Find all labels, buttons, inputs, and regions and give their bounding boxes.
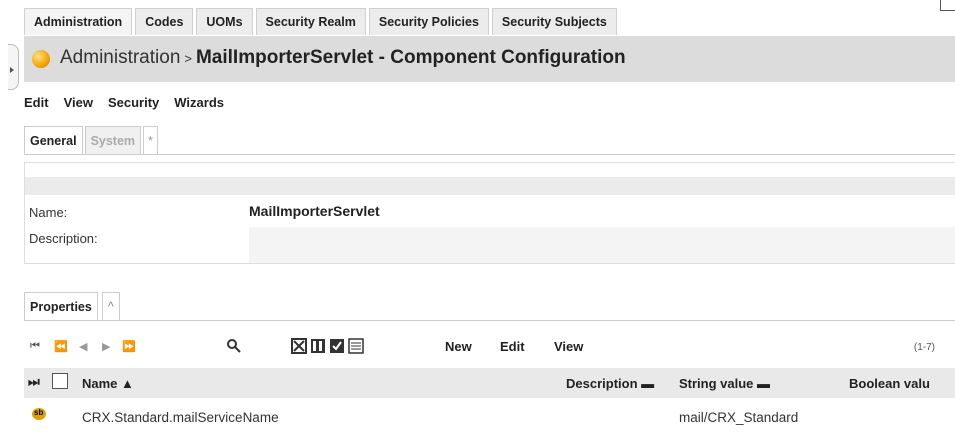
new-button[interactable]: New (445, 339, 472, 354)
tab-system[interactable]: System (84, 126, 142, 154)
menu-security[interactable]: Security (108, 95, 159, 110)
property-type-icon: sb (32, 408, 46, 420)
breadcrumb-separator: > (184, 51, 192, 66)
record-range: (1-7) (913, 342, 935, 353)
column-header-name[interactable]: Name ▲ (82, 376, 134, 391)
panel-strip (25, 177, 955, 195)
collapse-toggle[interactable]: ^ (101, 292, 120, 320)
table-row[interactable]: sb CRX.Standard.mailServiceName mail/CRX… (24, 402, 955, 428)
view-button[interactable]: View (554, 339, 583, 354)
menu-view[interactable]: View (64, 95, 93, 110)
tab-properties[interactable]: Properties (24, 292, 98, 320)
list-icon[interactable] (348, 338, 364, 354)
menu-wizards[interactable]: Wizards (174, 95, 224, 110)
expand-all-icon[interactable]: ⏭ (28, 374, 40, 390)
columns-icon[interactable] (310, 338, 326, 354)
properties-tab-bar: Properties ^ (24, 292, 120, 320)
breadcrumb-root[interactable]: Administration (60, 47, 180, 68)
divider (24, 320, 955, 321)
table-header: ⏭ Name ▲ Description ▬ String value ▬ Bo… (24, 368, 955, 398)
tab-security-policies[interactable]: Security Policies (368, 8, 489, 35)
properties-toolbar: ⏮ ⏪ ◀ ▶ ⏩ New Edit View (1-7) (24, 330, 947, 362)
component-name: MailImporterServlet (195, 47, 374, 68)
tab-codes[interactable]: Codes (135, 8, 194, 35)
next-icon[interactable]: ▶ (102, 340, 110, 353)
column-header-string-value[interactable]: String value ▬ (679, 376, 770, 391)
magnifier-icon[interactable] (226, 338, 242, 354)
menu-bar: Edit View Security Wizards (24, 95, 224, 110)
description-field[interactable] (249, 227, 955, 263)
tab-general[interactable]: General (24, 126, 83, 154)
edit-button[interactable]: Edit (500, 339, 525, 354)
tab-security-realm[interactable]: Security Realm (255, 8, 366, 35)
page-title: Administration > MailImporterServlet - Com… (60, 47, 626, 69)
name-value: MailImporterServlet (249, 203, 380, 219)
first-page-icon[interactable]: ⏮ (30, 340, 40, 353)
name-label: Name: (29, 205, 68, 220)
general-panel: Name: MailImporterServlet Description: (24, 162, 955, 264)
prev-icon[interactable]: ◀ (79, 340, 87, 353)
detail-tab-bar: General System * (24, 126, 158, 154)
tab-administration[interactable]: Administration (24, 8, 133, 35)
corner-mark (940, 0, 955, 11)
prev-page-icon[interactable]: ⏪ (54, 340, 68, 353)
last-page-icon[interactable]: ⏩ (122, 340, 136, 353)
column-header-boolean-value[interactable]: Boolean valu (849, 376, 930, 391)
select-all-checkbox[interactable] (52, 373, 68, 389)
orange-ball-icon (32, 50, 50, 68)
cell-string-value: mail/CRX_Standard (679, 410, 799, 425)
delete-icon[interactable] (291, 338, 307, 354)
tab-more[interactable]: * (143, 126, 158, 154)
cell-name[interactable]: CRX.Standard.mailServiceName (82, 410, 279, 425)
title-suffix: - Component Configuration (373, 47, 626, 68)
sidebar-toggle-handle[interactable] (8, 44, 19, 90)
top-tab-bar: Administration Codes UOMs Security Realm… (24, 8, 617, 35)
check-icon[interactable] (329, 338, 345, 354)
title-bar: Administration > MailImporterServlet - Com… (24, 36, 955, 82)
column-header-description[interactable]: Description ▬ (566, 376, 654, 391)
tab-uoms[interactable]: UOMs (196, 8, 253, 35)
menu-edit[interactable]: Edit (24, 95, 49, 110)
divider (24, 154, 955, 155)
tab-security-subjects[interactable]: Security Subjects (491, 8, 617, 35)
description-label: Description: (29, 231, 98, 246)
